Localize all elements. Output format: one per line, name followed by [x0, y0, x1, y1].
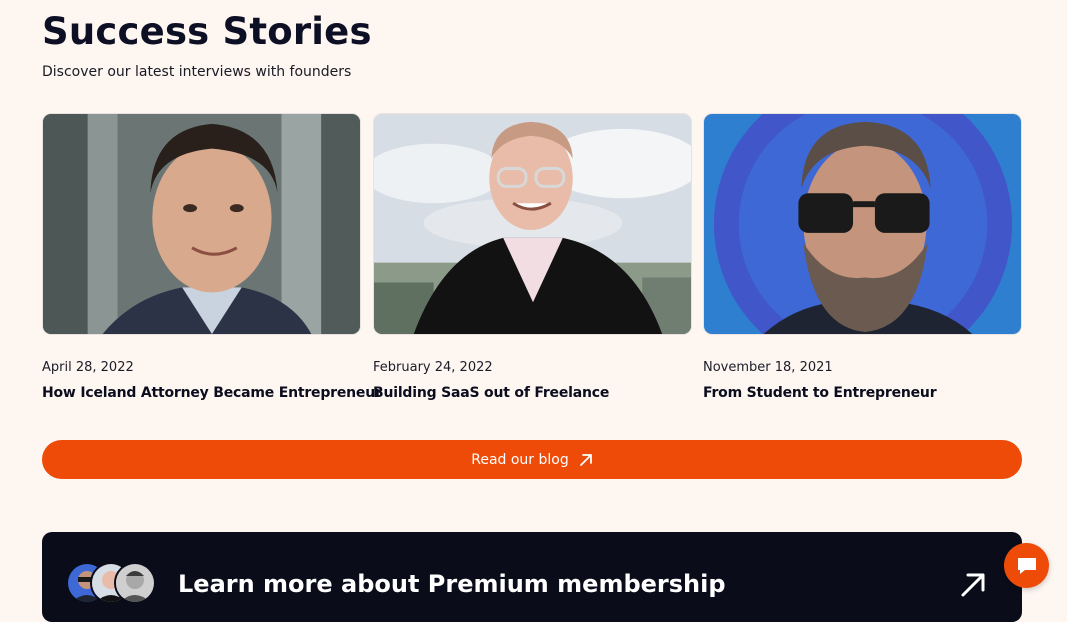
story-card[interactable]: April 28, 2022 How Iceland Attorney Beca… [42, 113, 382, 401]
story-image[interactable] [42, 113, 361, 335]
story-title[interactable]: How Iceland Attorney Became Entrepreneur [42, 385, 382, 401]
story-title[interactable]: Building SaaS out of Freelance [373, 385, 609, 401]
chat-button[interactable] [1004, 543, 1049, 588]
story-card[interactable]: February 24, 2022 Building SaaS out of F… [373, 113, 692, 401]
story-image[interactable] [373, 113, 692, 335]
avatar [114, 562, 156, 604]
page-title: Success Stories [42, 10, 372, 53]
portrait-photo [374, 114, 691, 334]
premium-membership-banner[interactable]: Learn more about Premium membership [42, 532, 1022, 622]
story-image[interactable] [703, 113, 1022, 335]
page-subtitle: Discover our latest interviews with foun… [42, 64, 352, 80]
read-blog-label: Read our blog [471, 451, 569, 468]
story-title[interactable]: From Student to Entrepreneur [703, 385, 937, 401]
chat-bubble-icon [1017, 557, 1036, 574]
read-blog-button[interactable]: Read our blog [42, 440, 1022, 479]
story-date: April 28, 2022 [42, 360, 134, 375]
story-card[interactable]: November 18, 2021 From Student to Entrep… [703, 113, 1022, 401]
portrait-photo [43, 114, 360, 334]
arrow-up-right-icon [579, 453, 592, 466]
story-date: November 18, 2021 [703, 360, 833, 375]
story-date: February 24, 2022 [373, 360, 493, 375]
arrow-up-right-icon[interactable] [960, 572, 986, 598]
portrait-photo [704, 114, 1021, 334]
premium-title: Learn more about Premium membership [178, 570, 726, 598]
